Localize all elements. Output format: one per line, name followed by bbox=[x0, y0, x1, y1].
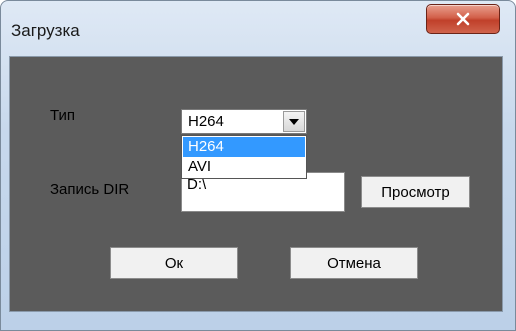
window-title: Загрузка bbox=[11, 21, 80, 40]
type-select-arrow[interactable] bbox=[283, 111, 305, 132]
dialog-content: Тип H264 Запись DIR D:\ Просмотр H264 AV… bbox=[9, 56, 503, 312]
type-label: Тип bbox=[50, 107, 76, 124]
dropdown-option-avi[interactable]: AVI bbox=[183, 157, 305, 177]
type-select-value: H264 bbox=[188, 113, 224, 130]
close-x-icon bbox=[456, 12, 470, 26]
dir-label: Запись DIR bbox=[50, 181, 130, 198]
dialog-window: Загрузка Тип H264 Запись DIR D:\ Просмот… bbox=[0, 0, 516, 331]
cancel-button[interactable]: Отмена bbox=[290, 247, 418, 279]
type-dropdown-list: H264 AVI bbox=[181, 135, 307, 179]
chevron-down-icon bbox=[289, 118, 299, 125]
browse-button[interactable]: Просмотр bbox=[361, 176, 470, 208]
dropdown-option-h264[interactable]: H264 bbox=[183, 137, 305, 157]
type-select[interactable]: H264 bbox=[181, 109, 307, 134]
title-bar[interactable]: Загрузка bbox=[1, 1, 515, 55]
ok-button[interactable]: Ок bbox=[110, 247, 238, 279]
close-button[interactable] bbox=[426, 4, 500, 34]
